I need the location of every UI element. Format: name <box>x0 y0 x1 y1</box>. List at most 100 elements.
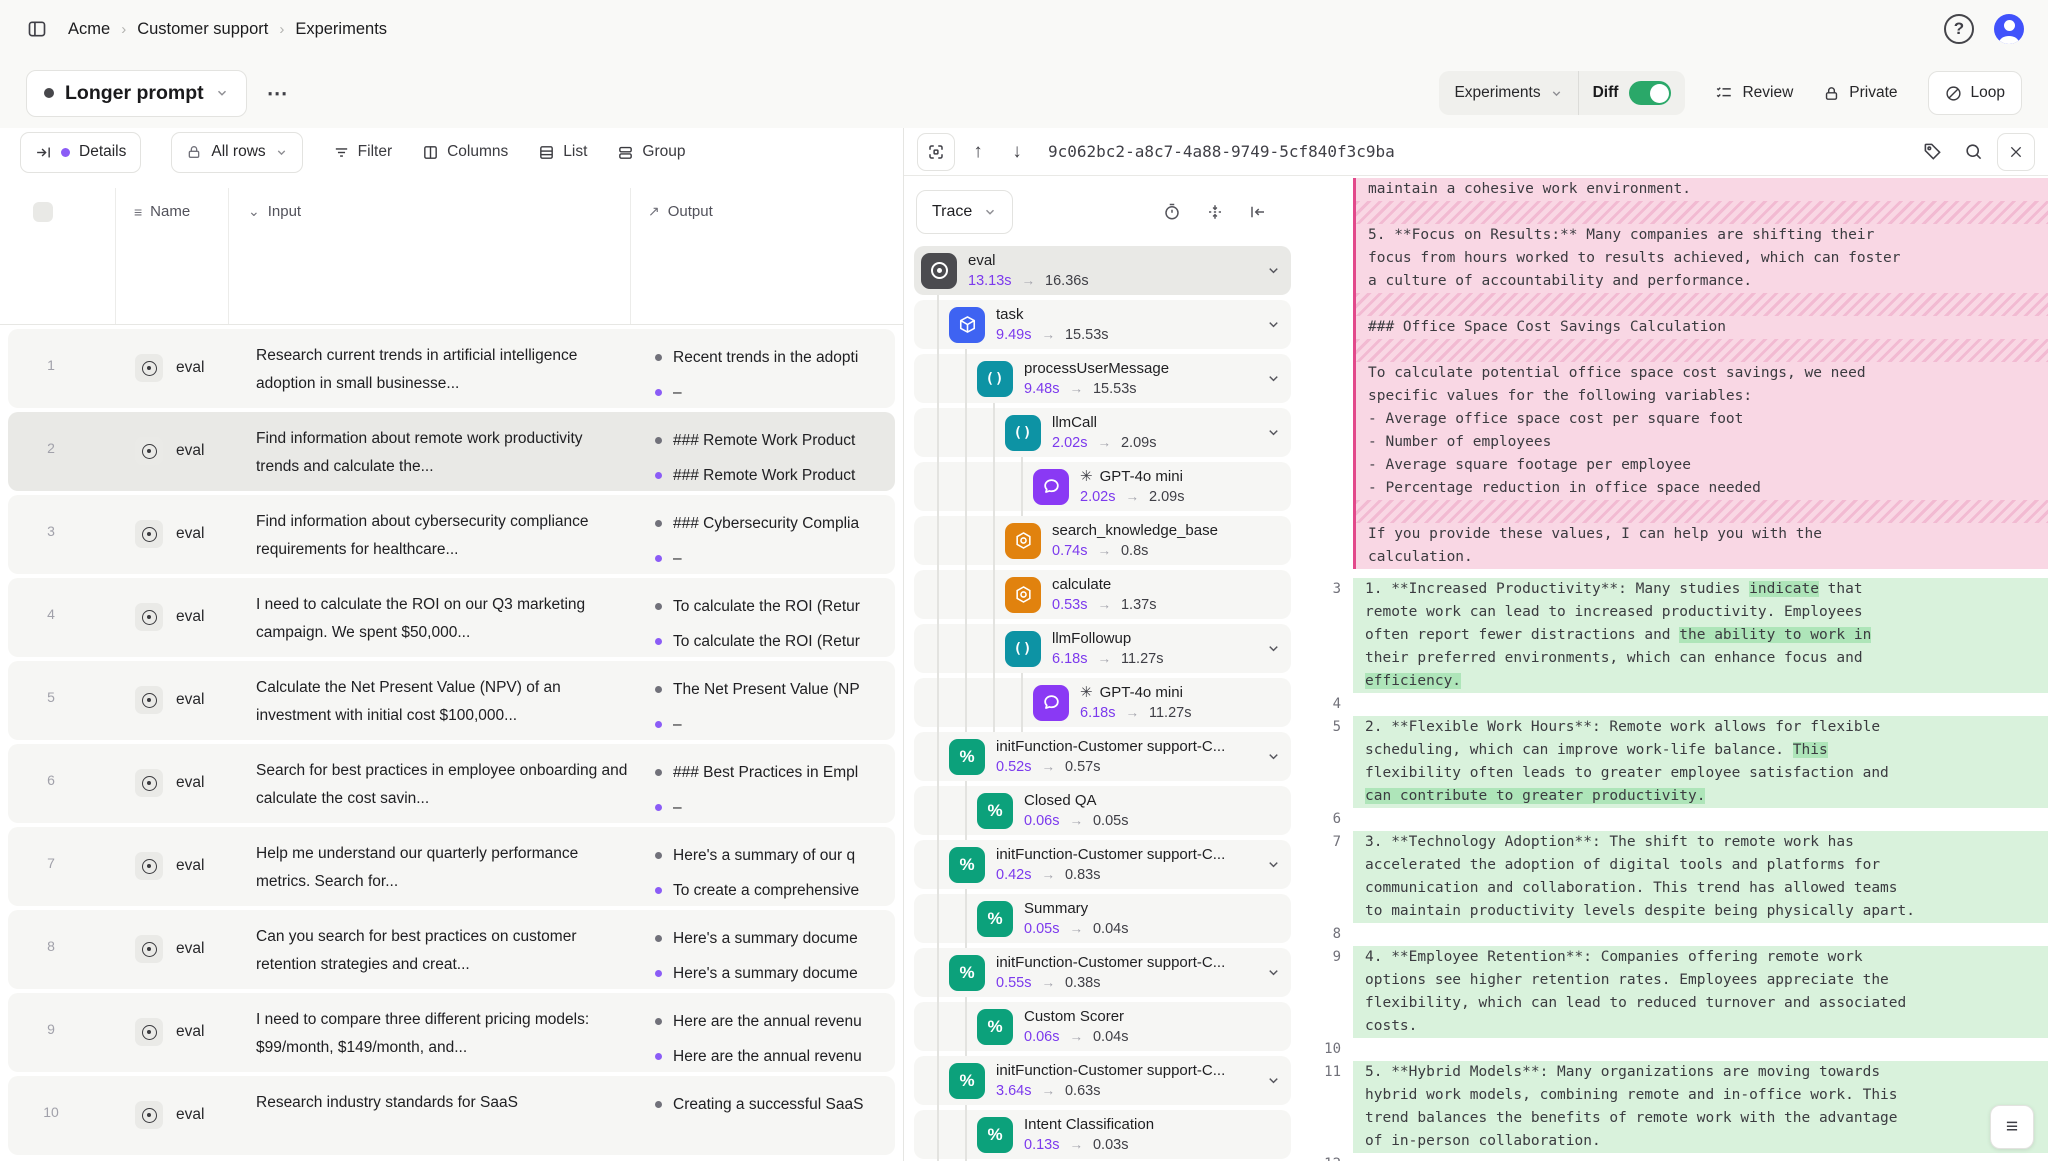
previous-row-button[interactable]: ↑ <box>962 136 994 168</box>
row-name: eval <box>176 1023 204 1041</box>
timer-icon[interactable] <box>1163 203 1181 221</box>
duration-value: 0.06s <box>1024 811 1059 831</box>
output-line: – <box>655 711 891 738</box>
trace-tree-node[interactable]: task9.49s→15.53s <box>914 300 1291 349</box>
trace-tree-node[interactable]: search_knowledge_base0.74s→0.8s <box>914 516 1291 565</box>
trace-tree-node[interactable]: %initFunction-Customer support-C...0.42s… <box>914 840 1291 889</box>
second-duration-value: 16.36s <box>1045 271 1089 291</box>
arrow-icon: → <box>1041 325 1055 345</box>
trace-tree-node[interactable]: eval13.13s→16.36s <box>914 246 1291 295</box>
output-cell: Here's a summary documeHere's a summary … <box>655 925 891 995</box>
table-row[interactable]: 2evalFind information about remote work … <box>8 412 895 491</box>
table-row[interactable]: 5evalCalculate the Net Present Value (NP… <box>8 661 895 740</box>
filter-button[interactable]: Filter <box>333 143 392 161</box>
trace-tree-node[interactable]: ()llmCall2.02s→2.09s <box>914 408 1291 457</box>
trace-panel: ↑ ↓ 9c062bc2-a8c7-4a88-9749-5cf840f3c9ba… <box>903 128 2048 1161</box>
tag-icon[interactable] <box>1915 135 1949 169</box>
diff-added-line: of in-person collaboration. <box>1353 1130 2048 1153</box>
span-label: llmFollowup <box>1052 629 1258 649</box>
diff-toggle[interactable] <box>1629 81 1671 105</box>
chevron-down-icon[interactable] <box>1266 371 1281 386</box>
input-cell: Calculate the Net Present Value (NPV) of… <box>256 674 628 730</box>
tree-guide <box>921 354 949 403</box>
input-cell: I need to calculate the ROI on our Q3 ma… <box>256 591 628 647</box>
breadcrumb-section[interactable]: Experiments <box>295 20 387 39</box>
column-header-input[interactable]: ⌄Input <box>248 203 301 220</box>
trace-tree-node[interactable]: %initFunction-Customer support-C...0.55s… <box>914 948 1291 997</box>
list-button[interactable]: List <box>538 143 587 161</box>
trace-tree-node[interactable]: %initFunction-Customer support-C...0.52s… <box>914 732 1291 781</box>
trace-tree-node[interactable]: %Closed QA0.06s→0.05s <box>914 786 1291 835</box>
second-duration-value: 0.83s <box>1065 865 1100 885</box>
table-row[interactable]: 8evalCan you search for best practices o… <box>8 910 895 989</box>
review-button[interactable]: Review <box>1715 84 1793 102</box>
trace-tree-node[interactable]: ()processUserMessage9.48s→15.53s <box>914 354 1291 403</box>
chevron-down-icon[interactable] <box>1266 749 1281 764</box>
trace-tree-node[interactable]: calculate0.53s→1.37s <box>914 570 1291 619</box>
diff-added-line: scheduling, which can improve work-life … <box>1353 739 2048 762</box>
output-cell: Creating a successful SaaS <box>655 1091 891 1126</box>
chevron-down-icon[interactable] <box>1266 641 1281 656</box>
sidebar-toggle-icon[interactable] <box>24 16 50 42</box>
experiment-selector[interactable]: Longer prompt <box>26 70 247 117</box>
trace-view-dropdown[interactable]: Trace <box>916 190 1013 234</box>
duration-value: 0.13s <box>1024 1135 1059 1155</box>
collapse-left-icon[interactable] <box>1249 203 1267 221</box>
trace-tree-node[interactable]: %Intent Classification0.13s→0.03s <box>914 1110 1291 1159</box>
avatar[interactable] <box>1994 14 2024 44</box>
columns-button[interactable]: Columns <box>422 143 508 161</box>
group-button[interactable]: Group <box>617 143 685 161</box>
column-header-output[interactable]: ↗Output <box>648 203 713 220</box>
next-row-button[interactable]: ↓ <box>1001 136 1033 168</box>
table-row[interactable]: 10evalResearch industry standards for Sa… <box>8 1076 895 1155</box>
trace-tree-node[interactable]: ()llmFollowup6.18s→11.27s <box>914 624 1291 673</box>
private-button[interactable]: Private <box>1823 84 1897 102</box>
table-row[interactable]: 3evalFind information about cybersecurit… <box>8 495 895 574</box>
chevron-down-icon[interactable] <box>1266 317 1281 332</box>
details-button[interactable]: Details <box>20 132 141 173</box>
expand-trace-button[interactable] <box>917 133 955 171</box>
output-text: Here's a summary docume <box>673 965 858 983</box>
output-line: Here's a summary of our q <box>655 842 891 869</box>
output-bullet <box>655 520 662 527</box>
trace-tree-node[interactable]: %Custom Scorer0.06s→0.04s <box>914 1002 1291 1051</box>
table-row[interactable]: 1evalResearch current trends in artifici… <box>8 329 895 408</box>
trace-tree: eval13.13s→16.36s task9.49s→15.53s ()proce… <box>914 246 1291 1161</box>
chevron-down-icon[interactable] <box>1266 1073 1281 1088</box>
all-rows-dropdown[interactable]: All rows <box>171 132 302 173</box>
span-timings: 0.52s→0.57s <box>996 757 1258 777</box>
chevron-down-icon[interactable] <box>1266 857 1281 872</box>
table-row[interactable]: 4evalI need to calculate the ROI on our … <box>8 578 895 657</box>
chevron-down-icon[interactable] <box>1266 263 1281 278</box>
select-all-checkbox[interactable] <box>33 202 53 222</box>
search-icon[interactable] <box>1956 135 1990 169</box>
breadcrumb-org[interactable]: Acme <box>68 20 110 39</box>
tree-guide <box>921 300 949 349</box>
diff-label: Diff <box>1593 84 1619 102</box>
more-options-button[interactable]: ⋯ <box>263 81 293 106</box>
trace-tree-toolbar: Trace <box>916 190 1289 234</box>
collapse-vertical-icon[interactable] <box>1206 203 1224 221</box>
trace-tree-node[interactable]: %Summary0.05s→0.04s <box>914 894 1291 943</box>
chevron-down-icon <box>275 146 288 159</box>
loop-button[interactable]: Loop <box>1928 71 2022 115</box>
close-panel-button[interactable] <box>1997 133 2035 171</box>
table-row[interactable]: 7evalHelp me understand our quarterly pe… <box>8 827 895 906</box>
trace-tree-node[interactable]: ✳GPT-4o mini2.02s→2.09s <box>914 462 1291 511</box>
span-timings: 0.06s→0.04s <box>1024 1027 1281 1047</box>
column-header-name[interactable]: ≡Name <box>134 203 190 220</box>
help-icon[interactable]: ? <box>1944 14 1974 44</box>
table-row[interactable]: 6evalSearch for best practices in employ… <box>8 744 895 823</box>
table-row[interactable]: 9evalI need to compare three different p… <box>8 993 895 1072</box>
trace-tree-node[interactable]: ✳GPT-4o mini6.18s→11.27s <box>914 678 1291 727</box>
trace-tree-node[interactable]: %initFunction-Customer support-C...3.64s… <box>914 1056 1291 1105</box>
tree-guide <box>977 462 1005 511</box>
chevron-down-icon[interactable] <box>1266 965 1281 980</box>
columns-label: Columns <box>447 143 508 161</box>
experiments-dropdown[interactable]: Experiments <box>1439 71 1578 115</box>
breadcrumb-project[interactable]: Customer support <box>137 20 268 39</box>
chevron-down-icon[interactable] <box>1266 425 1281 440</box>
focus-icon <box>927 143 945 161</box>
menu-icon[interactable]: ≡ <box>1990 1105 2034 1149</box>
span-label: search_knowledge_base <box>1052 521 1281 541</box>
